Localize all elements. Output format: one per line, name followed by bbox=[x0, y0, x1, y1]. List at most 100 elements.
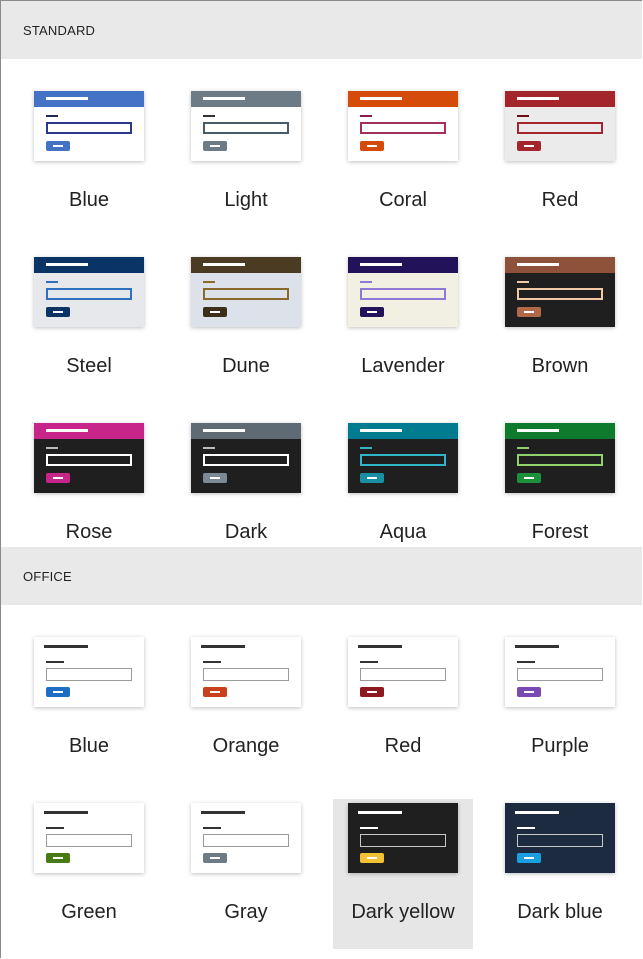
preview-header-bar bbox=[348, 91, 458, 107]
preview-input-box bbox=[203, 122, 289, 134]
office-theme-orange[interactable]: Orange bbox=[176, 633, 316, 783]
preview-title-line bbox=[517, 263, 559, 266]
theme-preview-thumbnail bbox=[191, 257, 301, 327]
theme-preview-thumbnail bbox=[34, 91, 144, 161]
theme-preview-thumbnail bbox=[348, 423, 458, 493]
preview-button bbox=[203, 853, 227, 863]
office-theme-green[interactable]: Green bbox=[19, 799, 159, 949]
preview-label-line bbox=[203, 281, 215, 283]
preview-title-line bbox=[360, 97, 402, 100]
preview-title-line bbox=[515, 645, 559, 648]
preview-header-bar bbox=[348, 803, 458, 819]
preview-header-bar bbox=[348, 637, 458, 653]
preview-button bbox=[517, 473, 541, 483]
standard-theme-coral[interactable]: Coral bbox=[333, 87, 473, 237]
office-theme-purple[interactable]: Purple bbox=[490, 633, 630, 783]
preview-label-line bbox=[203, 447, 215, 449]
preview-title-line bbox=[515, 811, 559, 814]
office-section-title: OFFICE bbox=[23, 568, 72, 584]
preview-label-line bbox=[360, 281, 372, 283]
theme-preview-thumbnail bbox=[348, 637, 458, 707]
preview-label-line bbox=[46, 661, 64, 663]
preview-label-line bbox=[517, 661, 535, 663]
theme-preview-thumbnail bbox=[505, 423, 615, 493]
standard-theme-red[interactable]: Red bbox=[490, 87, 630, 237]
preview-title-line bbox=[517, 429, 559, 432]
preview-button bbox=[46, 307, 70, 317]
preview-button bbox=[360, 473, 384, 483]
preview-input-box bbox=[517, 288, 603, 300]
preview-header-bar bbox=[34, 91, 144, 107]
office-theme-blue[interactable]: Blue bbox=[19, 633, 159, 783]
preview-label-line bbox=[360, 115, 372, 117]
preview-title-line bbox=[203, 97, 245, 100]
preview-label-line bbox=[46, 447, 58, 449]
preview-input-box bbox=[46, 454, 132, 466]
theme-name-label: Blue bbox=[68, 735, 110, 757]
office-theme-red[interactable]: Red bbox=[333, 633, 473, 783]
preview-header-bar bbox=[191, 423, 301, 439]
preview-title-line bbox=[44, 645, 88, 648]
theme-preview-thumbnail bbox=[191, 803, 301, 873]
preview-title-line bbox=[360, 429, 402, 432]
theme-name-label: Green bbox=[61, 901, 117, 923]
preview-title-line bbox=[358, 811, 402, 814]
preview-title-line bbox=[46, 429, 88, 432]
theme-preview-thumbnail bbox=[34, 423, 144, 493]
office-theme-dark-blue[interactable]: Dark blue bbox=[490, 799, 630, 949]
preview-label-line bbox=[46, 115, 58, 117]
preview-header-bar bbox=[505, 257, 615, 273]
standard-theme-lavender[interactable]: Lavender bbox=[333, 253, 473, 403]
theme-preview-thumbnail bbox=[191, 423, 301, 493]
preview-label-line bbox=[46, 827, 64, 829]
preview-label-line bbox=[517, 827, 535, 829]
preview-input-box bbox=[517, 834, 603, 847]
standard-theme-rose[interactable]: Rose bbox=[19, 419, 159, 569]
preview-title-line bbox=[46, 263, 88, 266]
theme-name-label: Aqua bbox=[379, 521, 427, 543]
preview-header-bar bbox=[348, 257, 458, 273]
theme-name-label: Dark bbox=[224, 521, 268, 543]
preview-header-bar bbox=[191, 91, 301, 107]
theme-preview-thumbnail bbox=[505, 91, 615, 161]
preview-label-line bbox=[360, 661, 378, 663]
preview-input-box bbox=[46, 288, 132, 300]
preview-header-bar bbox=[191, 803, 301, 819]
standard-theme-brown[interactable]: Brown bbox=[490, 253, 630, 403]
standard-theme-dark[interactable]: Dark bbox=[176, 419, 316, 569]
preview-header-bar bbox=[191, 637, 301, 653]
preview-title-line bbox=[203, 263, 245, 266]
standard-theme-dune[interactable]: Dune bbox=[176, 253, 316, 403]
theme-name-label: Red bbox=[541, 189, 579, 211]
preview-label-line bbox=[203, 827, 221, 829]
preview-input-box bbox=[360, 454, 446, 466]
theme-preview-thumbnail bbox=[34, 257, 144, 327]
theme-preview-thumbnail bbox=[348, 803, 458, 873]
preview-title-line bbox=[358, 645, 402, 648]
theme-name-label: Dune bbox=[222, 355, 270, 377]
standard-theme-steel[interactable]: Steel bbox=[19, 253, 159, 403]
standard-theme-blue[interactable]: Blue bbox=[19, 87, 159, 237]
preview-button bbox=[360, 141, 384, 151]
preview-input-box bbox=[517, 454, 603, 466]
preview-header-bar bbox=[505, 803, 615, 819]
preview-header-bar bbox=[34, 257, 144, 273]
preview-button bbox=[360, 853, 384, 863]
preview-label-line bbox=[360, 447, 372, 449]
preview-input-box bbox=[46, 668, 132, 681]
standard-theme-aqua[interactable]: Aqua bbox=[333, 419, 473, 569]
standard-section-header: STANDARD bbox=[1, 1, 642, 59]
preview-button bbox=[46, 687, 70, 697]
standard-theme-light[interactable]: Light bbox=[176, 87, 316, 237]
preview-button bbox=[517, 853, 541, 863]
preview-label-line bbox=[46, 281, 58, 283]
standard-theme-forest[interactable]: Forest bbox=[490, 419, 630, 569]
preview-label-line bbox=[517, 281, 529, 283]
theme-name-label: Light bbox=[224, 189, 268, 211]
office-theme-dark-yellow[interactable]: Dark yellow bbox=[333, 799, 473, 949]
preview-button bbox=[360, 307, 384, 317]
theme-name-label: Purple bbox=[531, 735, 589, 757]
preview-title-line bbox=[201, 645, 245, 648]
office-theme-gray[interactable]: Gray bbox=[176, 799, 316, 949]
preview-button bbox=[203, 141, 227, 151]
